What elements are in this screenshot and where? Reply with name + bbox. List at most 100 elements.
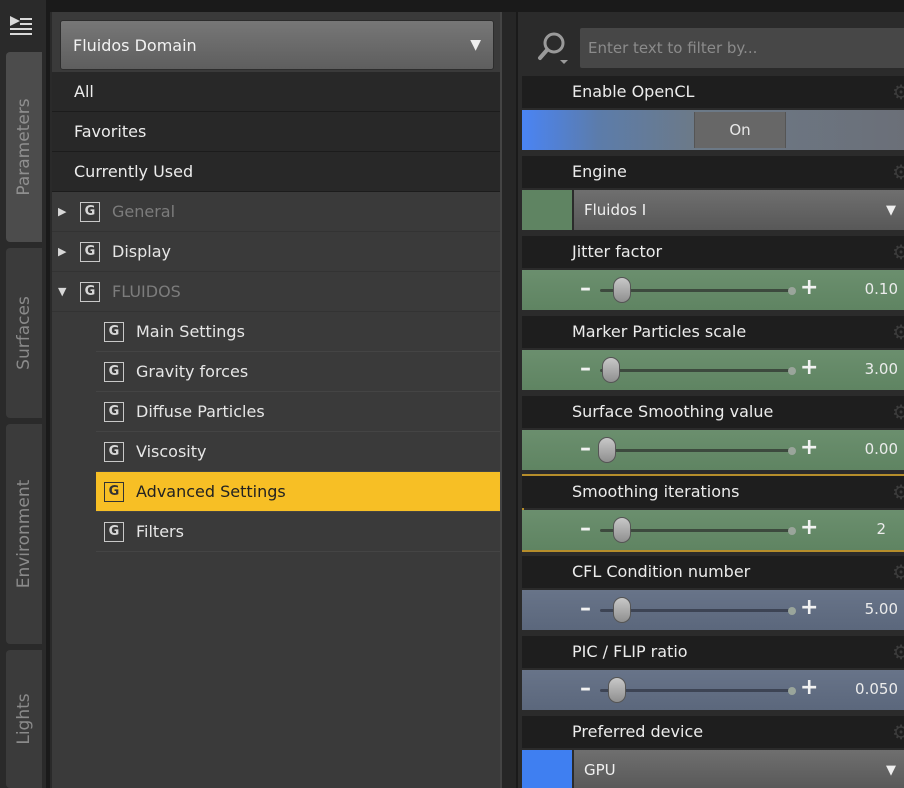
slider-value[interactable]: 0.00 bbox=[865, 440, 898, 458]
tree-item-diffuse-particles[interactable]: G Diffuse Particles bbox=[96, 392, 502, 432]
increment-button[interactable]: + bbox=[800, 275, 818, 300]
tree-item-main-settings[interactable]: G Main Settings bbox=[96, 312, 502, 352]
decrement-button[interactable]: – bbox=[580, 676, 591, 701]
slider-knob[interactable] bbox=[613, 277, 632, 303]
slider-value[interactable]: 3.00 bbox=[865, 360, 898, 378]
slider-knob[interactable] bbox=[598, 437, 616, 463]
param-title: Preferred device bbox=[572, 722, 704, 741]
group-icon: G bbox=[80, 241, 100, 262]
param-title: Jitter factor bbox=[572, 242, 663, 261]
search-icon[interactable] bbox=[530, 28, 574, 68]
expand-arrow-icon[interactable]: ▶ bbox=[58, 245, 72, 258]
dropdown-value: Fluidos I bbox=[584, 201, 647, 219]
gear-icon[interactable]: ⚙ bbox=[892, 80, 904, 104]
group-icon: G bbox=[104, 521, 124, 542]
device-dropdown[interactable]: GPU ▼ bbox=[574, 750, 904, 788]
tree-item-label: Display bbox=[112, 242, 171, 261]
tree-item-advanced-settings[interactable]: G Advanced Settings bbox=[96, 472, 502, 512]
slider-value[interactable]: 5.00 bbox=[865, 600, 898, 618]
cfl-slider[interactable]: – + 5.00 bbox=[522, 590, 904, 630]
tree-item-label: General bbox=[112, 202, 176, 221]
decrement-button[interactable]: – bbox=[580, 436, 591, 461]
slider-knob[interactable] bbox=[607, 677, 626, 703]
param-body: Fluidos I ▼ bbox=[522, 190, 904, 230]
param-color-swatch bbox=[522, 750, 572, 788]
tree-item-label: Filters bbox=[136, 522, 184, 541]
group-icon: G bbox=[80, 281, 100, 302]
engine-dropdown[interactable]: Fluidos I ▼ bbox=[574, 190, 904, 230]
tree-item-favorites[interactable]: Favorites bbox=[52, 112, 502, 152]
gear-icon[interactable]: ⚙ bbox=[892, 320, 904, 344]
slider-value[interactable]: 2 bbox=[876, 520, 886, 538]
slider-knob[interactable] bbox=[613, 517, 632, 543]
gear-icon[interactable]: ⚙ bbox=[892, 480, 904, 504]
slider-value[interactable]: 0.10 bbox=[865, 280, 898, 298]
collapse-arrow-icon[interactable]: ▼ bbox=[58, 285, 72, 298]
tree-item-label: Diffuse Particles bbox=[136, 402, 265, 421]
opencl-toggle[interactable]: On bbox=[522, 110, 904, 150]
increment-button[interactable]: + bbox=[800, 595, 818, 620]
param-header: Smoothing iterations ⚙ bbox=[522, 476, 904, 508]
increment-button[interactable]: + bbox=[800, 355, 818, 380]
tree-group-display[interactable]: ▶ G Display bbox=[52, 232, 502, 272]
gear-icon[interactable]: ⚙ bbox=[892, 240, 904, 264]
panel-menu-icon[interactable] bbox=[8, 14, 34, 40]
tree-group-fluidos[interactable]: ▼ G FLUIDOS bbox=[52, 272, 502, 312]
gear-icon[interactable]: ⚙ bbox=[892, 160, 904, 184]
slider-value[interactable]: 0.050 bbox=[855, 680, 898, 698]
increment-button[interactable]: + bbox=[800, 675, 818, 700]
decrement-button[interactable]: – bbox=[580, 516, 591, 541]
param-title: Engine bbox=[572, 162, 627, 181]
tab-environment[interactable]: Environment bbox=[6, 424, 42, 644]
marker-scale-slider[interactable]: – + 3.00 bbox=[522, 350, 904, 390]
slider-knob[interactable] bbox=[613, 597, 632, 623]
filter-input[interactable] bbox=[580, 28, 904, 68]
slider-track[interactable] bbox=[600, 447, 796, 455]
param-body: GPU ▼ bbox=[522, 750, 904, 788]
tab-surfaces[interactable]: Surfaces bbox=[6, 248, 42, 418]
tree-item-currently-used[interactable]: Currently Used bbox=[52, 152, 502, 192]
param-header: Enable OpenCL ⚙ bbox=[522, 76, 904, 108]
decrement-button[interactable]: – bbox=[580, 276, 591, 301]
tab-lights[interactable]: Lights bbox=[6, 650, 42, 788]
surface-smoothing-slider[interactable]: – + 0.00 bbox=[522, 430, 904, 470]
side-tab-strip: Parameters Surfaces Environment Lights bbox=[0, 0, 46, 788]
slider-track[interactable] bbox=[600, 367, 796, 375]
gear-icon[interactable]: ⚙ bbox=[892, 400, 904, 424]
panel-splitter[interactable] bbox=[500, 12, 516, 788]
tree-item-viscosity[interactable]: G Viscosity bbox=[96, 432, 502, 472]
tree-item-label: Currently Used bbox=[74, 162, 194, 181]
slider-knob[interactable] bbox=[601, 357, 620, 383]
decrement-button[interactable]: – bbox=[580, 596, 591, 621]
tab-parameters[interactable]: Parameters bbox=[6, 52, 42, 242]
tree-item-filters[interactable]: G Filters bbox=[96, 512, 502, 552]
increment-button[interactable]: + bbox=[800, 515, 818, 540]
property-group-tree: Fluidos Domain ▼ All Favorites Currently… bbox=[50, 12, 502, 788]
param-smoothing-iterations: Smoothing iterations ⚙ – + 2 bbox=[522, 474, 904, 552]
node-select-dropdown[interactable]: Fluidos Domain ▼ bbox=[60, 20, 494, 70]
tree-item-gravity-forces[interactable]: G Gravity forces bbox=[96, 352, 502, 392]
expand-arrow-icon[interactable]: ▶ bbox=[58, 205, 72, 218]
smoothing-iterations-slider[interactable]: – + 2 bbox=[522, 510, 904, 550]
tree-item-all[interactable]: All bbox=[52, 72, 502, 112]
param-title: Enable OpenCL bbox=[572, 82, 695, 101]
param-header: Jitter factor ⚙ bbox=[522, 236, 904, 268]
slider-track[interactable] bbox=[600, 687, 796, 695]
tree-item-label: All bbox=[74, 82, 94, 101]
decrement-button[interactable]: – bbox=[580, 356, 591, 381]
param-header: Preferred device ⚙ bbox=[522, 716, 904, 748]
dropdown-value: GPU bbox=[584, 761, 616, 779]
param-header: Marker Particles scale ⚙ bbox=[522, 316, 904, 348]
param-title: PIC / FLIP ratio bbox=[572, 642, 688, 661]
gear-icon[interactable]: ⚙ bbox=[892, 640, 904, 664]
param-surface-smoothing: Surface Smoothing value ⚙ – + 0.00 bbox=[522, 396, 904, 472]
increment-button[interactable]: + bbox=[800, 435, 818, 460]
gear-icon[interactable]: ⚙ bbox=[892, 560, 904, 584]
group-icon: G bbox=[104, 441, 124, 462]
pic-flip-slider[interactable]: – + 0.050 bbox=[522, 670, 904, 710]
param-title: Surface Smoothing value bbox=[572, 402, 774, 421]
tree-group-general[interactable]: ▶ G General bbox=[52, 192, 502, 232]
jitter-slider[interactable]: – + 0.10 bbox=[522, 270, 904, 310]
gear-icon[interactable]: ⚙ bbox=[892, 720, 904, 744]
dropdown-arrow-icon: ▼ bbox=[886, 762, 896, 778]
